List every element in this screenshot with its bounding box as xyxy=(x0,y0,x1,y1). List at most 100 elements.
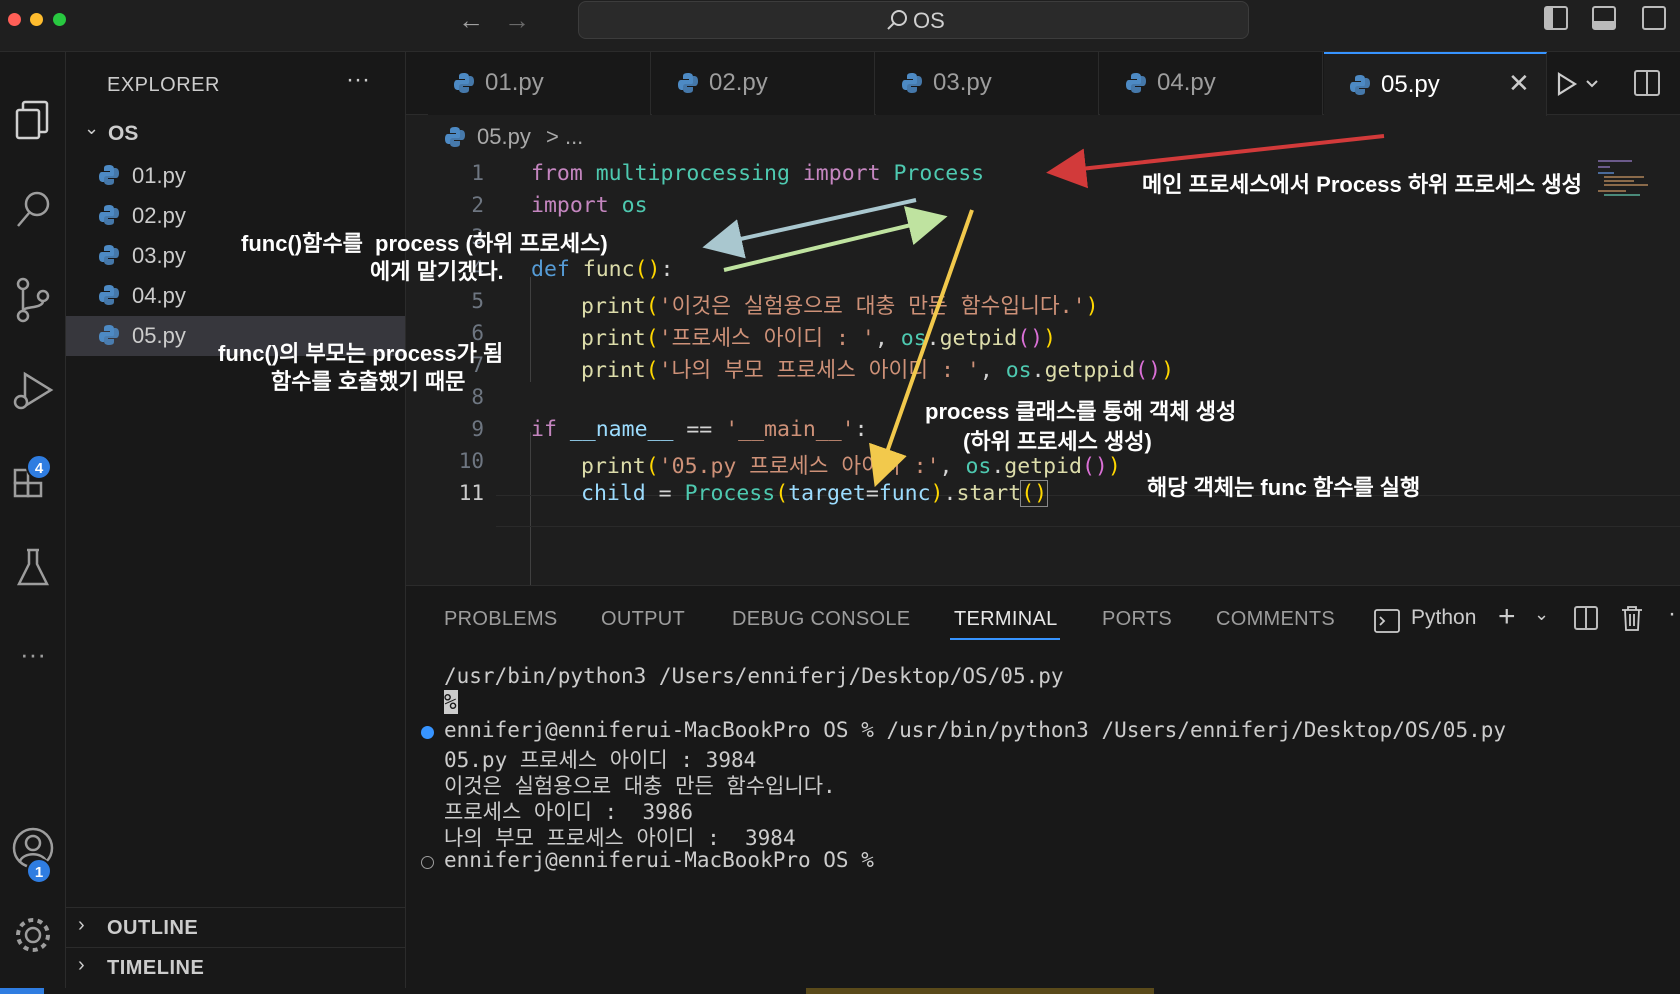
annotation-parent-1: func()의 부모는 process가 됨 xyxy=(218,341,504,366)
success-decoration-icon xyxy=(421,726,434,739)
terminal-shell-selector[interactable]: Python xyxy=(1411,606,1476,630)
annotation-object-1: process 클래스를 통해 객체 생성 xyxy=(925,399,1237,424)
code-line-5: print('이것은 실험용으로 대충 만든 함수입니다.') xyxy=(581,294,1099,319)
split-editor-icon[interactable] xyxy=(1634,70,1660,96)
search-activity[interactable] xyxy=(0,182,66,238)
python-file-icon xyxy=(99,285,119,305)
line-number: 1 xyxy=(471,161,484,185)
search-icon xyxy=(887,10,907,30)
source-control-activity[interactable] xyxy=(0,272,66,328)
minimize-window-button[interactable] xyxy=(30,13,43,26)
back-arrow-icon[interactable]: ← xyxy=(458,6,484,34)
more-activity[interactable]: ··· xyxy=(0,626,66,682)
python-file-icon xyxy=(99,245,119,265)
flask-icon xyxy=(16,548,50,586)
chevron-down-icon: ⌄ xyxy=(84,118,100,138)
source-control-icon xyxy=(16,277,50,323)
file-name: 04.py xyxy=(132,283,186,308)
tab-debug-console[interactable]: DEBUG CONSOLE xyxy=(732,608,910,631)
close-window-button[interactable] xyxy=(8,13,21,26)
toggle-sidebar-icon[interactable] xyxy=(1544,6,1568,30)
code-line-1: from multiprocessing import Process xyxy=(531,161,985,186)
tab-problems[interactable]: PROBLEMS xyxy=(444,608,558,631)
chevron-right-icon: › xyxy=(78,914,85,936)
tab-02-py[interactable]: 02.py xyxy=(652,52,875,115)
command-center-search[interactable]: OS xyxy=(578,1,1249,39)
python-file-icon xyxy=(678,73,698,93)
forward-arrow-icon[interactable]: → xyxy=(504,6,530,34)
remote-indicator[interactable] xyxy=(0,988,44,994)
python-file-icon xyxy=(99,325,119,345)
tab-label: 05.py xyxy=(1381,71,1440,98)
manage-activity[interactable] xyxy=(0,907,66,963)
timeline-label: TIMELINE xyxy=(107,957,205,979)
breadcrumb-symbols[interactable]: > ... xyxy=(546,124,583,150)
annotation-object-2: (하위 프로세스 생성) xyxy=(963,429,1152,454)
more-icon[interactable]: · xyxy=(1668,600,1676,628)
python-file-icon xyxy=(454,73,474,93)
chevron-down-icon[interactable]: ⌄ xyxy=(1534,604,1549,625)
outline-section[interactable]: › OUTLINE xyxy=(66,907,405,947)
python-file-icon xyxy=(445,127,465,147)
tab-label: 04.py xyxy=(1157,69,1216,96)
tab-comments[interactable]: COMMENTS xyxy=(1216,608,1335,631)
testing-activity[interactable] xyxy=(0,540,66,596)
zoom-window-button[interactable] xyxy=(53,13,66,26)
terminal-line: enniferj@enniferui-MacBookPro OS % xyxy=(444,848,874,872)
tab-label: 02.py xyxy=(709,69,768,96)
tab-label: 03.py xyxy=(933,69,992,96)
accounts-badge: 1 xyxy=(26,858,52,884)
folder-os[interactable]: ⌄ OS xyxy=(78,118,398,150)
title-bar: ← → OS xyxy=(0,0,1680,52)
gear-icon xyxy=(16,918,50,952)
play-icon xyxy=(1557,72,1598,96)
split-terminal-icon[interactable] xyxy=(1574,606,1598,630)
annotation-func-delegate-1: func()함수를 process (하위 프로세스) xyxy=(241,231,608,256)
active-tab-indicator xyxy=(950,638,1060,640)
add-terminal-icon[interactable]: + xyxy=(1498,600,1516,634)
explorer-more-icon[interactable]: ··· xyxy=(346,66,370,94)
terminal-line: enniferj@enniferui-MacBookPro OS % /usr/… xyxy=(444,718,1507,742)
tab-03-py[interactable]: 03.py xyxy=(876,52,1099,115)
code-line-11: child = Process(target=func).start() xyxy=(581,480,1049,507)
file-01-py[interactable]: 01.py xyxy=(66,156,405,196)
close-icon[interactable]: ✕ xyxy=(1508,68,1530,99)
file-name: 05.py xyxy=(132,323,186,348)
run-python-button[interactable] xyxy=(1547,64,1603,104)
pending-decoration-icon xyxy=(421,856,434,869)
breadcrumb-file[interactable]: 05.py xyxy=(477,124,531,150)
python-file-icon xyxy=(1126,73,1146,93)
toggle-secondary-sidebar-icon[interactable] xyxy=(1642,6,1666,30)
line-number: 10 xyxy=(458,449,484,473)
python-file-icon xyxy=(99,205,119,225)
annotation-func-delegate-2: 에게 맡기겠다. xyxy=(370,259,504,284)
code-line-2: import os xyxy=(531,193,648,218)
code-editor[interactable]: 1 2 3 4 5 6 7 8 9 10 11 from multiproces… xyxy=(406,155,1680,682)
trash-icon[interactable] xyxy=(1620,604,1644,632)
line-number: 11 xyxy=(458,481,484,505)
annotation-run-func: 해당 객체는 func 함수를 실행 xyxy=(1147,475,1421,500)
python-file-icon xyxy=(99,165,119,185)
timeline-section[interactable]: › TIMELINE xyxy=(66,947,405,987)
terminal-line: % xyxy=(444,690,458,714)
extensions-badge: 4 xyxy=(26,454,52,480)
chevron-right-icon: › xyxy=(78,954,85,976)
file-04-py[interactable]: 04.py xyxy=(66,276,405,316)
indent-guide xyxy=(530,277,531,382)
annotation-parent-2: 함수를 호출했기 때문 xyxy=(271,369,466,394)
tab-terminal[interactable]: TERMINAL xyxy=(954,608,1058,631)
tab-ports[interactable]: PORTS xyxy=(1102,608,1172,631)
run-debug-icon xyxy=(13,371,54,410)
explorer-title: EXPLORER xyxy=(107,74,220,96)
editor-tabs: 01.py 02.py 03.py 04.py 05.py ✕ xyxy=(406,52,1680,116)
tab-05-py[interactable]: 05.py ✕ xyxy=(1324,52,1547,116)
terminal-icon xyxy=(1374,609,1400,633)
tab-output[interactable]: OUTPUT xyxy=(601,608,685,631)
tab-01-py[interactable]: 01.py xyxy=(428,52,651,115)
search-icon xyxy=(17,191,50,227)
code-line-9: if __name__ == '__main__': xyxy=(531,417,868,442)
tab-04-py[interactable]: 04.py xyxy=(1100,52,1323,115)
run-debug-activity[interactable] xyxy=(0,362,66,418)
explorer-activity[interactable] xyxy=(0,92,66,148)
toggle-panel-icon[interactable] xyxy=(1592,6,1616,30)
